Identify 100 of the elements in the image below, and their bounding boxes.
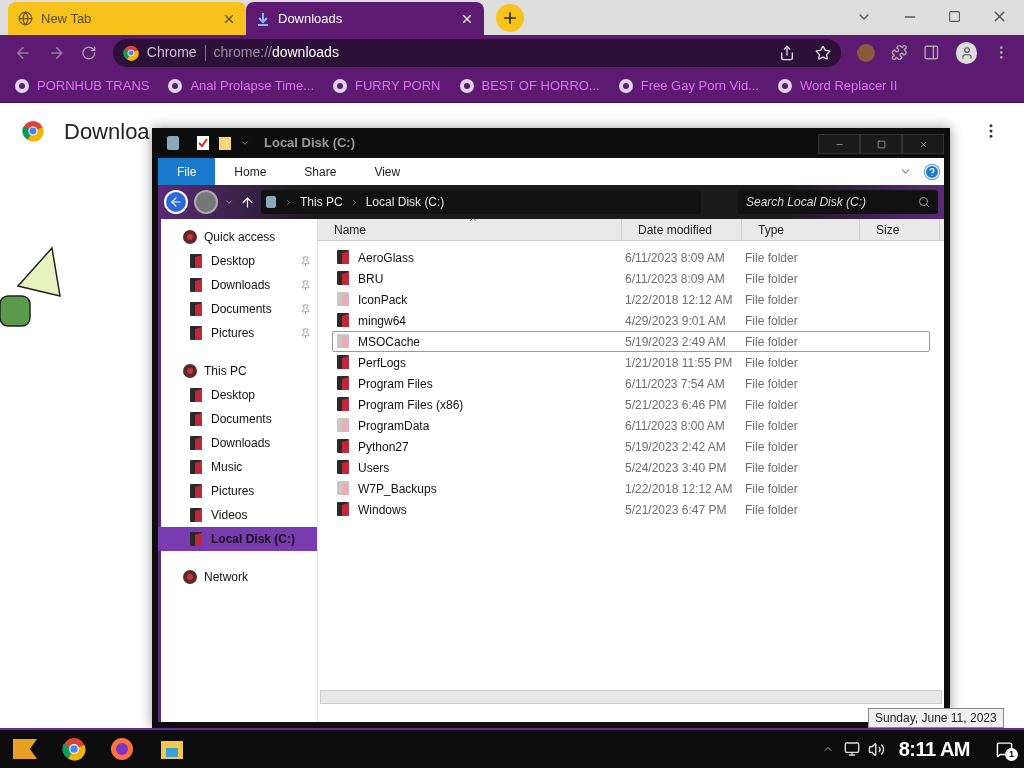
- file-row[interactable]: PerfLogs 1/21/2018 11:55 PM File folder: [332, 352, 930, 373]
- date-modified: 1/22/2018 12:12 AM: [625, 480, 734, 498]
- reload-icon[interactable]: [81, 44, 97, 61]
- bookmark-item[interactable]: Free Gay Porn Vid...: [617, 76, 759, 96]
- new-tab-button[interactable]: [496, 4, 524, 32]
- horizontal-scrollbar[interactable]: [320, 690, 942, 704]
- nav-item[interactable]: Quick access: [158, 225, 317, 249]
- recent-locations-icon[interactable]: [224, 197, 234, 207]
- caret-icon[interactable]: [240, 138, 250, 148]
- address-bar[interactable]: Chrome chrome://downloads: [112, 38, 842, 67]
- date-modified: 5/19/2023 2:42 AM: [625, 438, 727, 456]
- chrome-logo-icon: [62, 737, 86, 761]
- date-modified: 6/11/2023 8:00 AM: [625, 417, 726, 435]
- file-row[interactable]: IconPack 1/22/2018 12:12 AM File folder: [332, 289, 930, 310]
- star-icon[interactable]: [815, 44, 832, 61]
- file-name: BRU: [358, 270, 384, 288]
- bookmark-item[interactable]: FURRY PORN: [332, 76, 441, 96]
- search-field[interactable]: Search Local Disk (C:): [738, 190, 938, 214]
- nav-item[interactable]: Documents: [158, 407, 317, 431]
- tab-title: Downloads: [278, 9, 344, 28]
- ribbon-tab[interactable]: Home: [215, 158, 286, 185]
- file-row[interactable]: Windows 5/21/2023 6:47 PM File folder: [332, 499, 930, 520]
- ribbon-tab[interactable]: Share: [285, 158, 356, 185]
- back-button[interactable]: [164, 190, 188, 214]
- bookmark-favicon-icon: [458, 78, 475, 94]
- column-header[interactable]: Name: [318, 219, 622, 240]
- date-modified: 1/22/2018 12:12 AM: [625, 291, 734, 309]
- file-name: W7P_Backups: [358, 480, 437, 498]
- nav-item[interactable]: This PC: [158, 359, 317, 383]
- clock[interactable]: 8:11 AM: [898, 734, 970, 764]
- nav-item[interactable]: Network: [158, 565, 317, 589]
- browser-tab[interactable]: New Tab: [8, 2, 246, 35]
- file-row[interactable]: W7P_Backups 1/22/2018 12:12 AM File folder: [332, 478, 930, 499]
- maximize-icon: [876, 139, 886, 149]
- bookmark-item[interactable]: PORNHUB TRANS: [14, 76, 150, 96]
- drive-icon: [166, 135, 180, 151]
- url-text: chrome://downloads: [213, 43, 339, 62]
- column-header[interactable]: Date modified: [622, 219, 742, 240]
- bookmark-item[interactable]: Word Replacer II: [777, 76, 898, 96]
- bookmark-favicon-icon: [167, 78, 184, 94]
- account-button[interactable]: [955, 41, 978, 64]
- volume-icon[interactable]: [867, 740, 885, 758]
- nav-item[interactable]: Documents: [158, 297, 317, 321]
- side-panel-icon[interactable]: [923, 44, 940, 61]
- nav-item[interactable]: Desktop: [158, 383, 317, 407]
- help-icon[interactable]: [924, 163, 940, 180]
- nav-item[interactable]: Pictures: [158, 321, 317, 345]
- file-row[interactable]: mingw64 4/29/2023 9:01 AM File folder: [332, 310, 930, 331]
- pin-icon: [300, 255, 311, 267]
- file-type: File folder: [745, 270, 798, 288]
- file-type: File folder: [745, 438, 798, 456]
- bookmark-favicon-icon: [617, 78, 634, 94]
- date-modified: 5/19/2023 2:49 AM: [625, 333, 727, 351]
- file-row[interactable]: Python27 5/19/2023 2:42 AM File folder: [332, 436, 930, 457]
- pin-icon: [300, 279, 311, 291]
- breadcrumb-item[interactable]: Local Disk (C:): [365, 193, 445, 211]
- date-modified: 6/11/2023 7:54 AM: [625, 375, 726, 393]
- sort-indicator-icon: [468, 214, 478, 224]
- nav-item[interactable]: Downloads: [158, 431, 317, 455]
- ribbon-tab[interactable]: File: [158, 158, 216, 185]
- forward-button[interactable]: [194, 190, 218, 214]
- file-row[interactable]: BRU 6/11/2023 8:09 AM File folder: [332, 268, 930, 289]
- browser-tab[interactable]: Downloads: [246, 2, 484, 35]
- file-row[interactable]: AeroGlass 6/11/2023 8:09 AM File folder: [332, 247, 930, 268]
- notification-button[interactable]: 1: [992, 737, 1016, 761]
- extensions-icon[interactable]: [890, 44, 908, 61]
- person-icon: [959, 45, 974, 60]
- network-icon[interactable]: [843, 741, 860, 757]
- ribbon-tab[interactable]: View: [355, 158, 420, 185]
- maximize-button[interactable]: [860, 134, 902, 154]
- address-field[interactable]: This PC Local Disk (C:): [261, 190, 701, 214]
- date-tooltip: Sunday, June 11, 2023: [868, 708, 1004, 728]
- nav-item[interactable]: Pictures: [158, 479, 317, 503]
- file-explorer-taskbar-icon[interactable]: [160, 738, 184, 760]
- column-header[interactable]: Type: [742, 219, 860, 240]
- restore-icon[interactable]: [948, 10, 961, 23]
- bookmark-item[interactable]: Anal Prolapse Time...: [167, 76, 314, 96]
- share-icon[interactable]: [779, 44, 796, 61]
- up-icon[interactable]: [240, 194, 255, 210]
- date-modified: 6/11/2023 8:09 AM: [625, 249, 726, 267]
- pin-icon: [300, 327, 311, 339]
- column-header[interactable]: Size: [860, 219, 940, 240]
- firefox-taskbar-icon[interactable]: [110, 737, 134, 761]
- breadcrumb-item[interactable]: This PC: [300, 193, 343, 211]
- bookmark-favicon-icon: [332, 78, 348, 94]
- bookmark-item[interactable]: BEST OF HORRO...: [458, 76, 600, 96]
- file-row[interactable]: Users 5/24/2023 3:40 PM File folder: [332, 457, 930, 478]
- file-row[interactable]: MSOCache 5/19/2023 2:49 AM File folder: [332, 331, 930, 352]
- chrome-taskbar-icon[interactable]: [62, 737, 86, 761]
- file-row[interactable]: Program Files (x86) 5/21/2023 6:46 PM File folder: [332, 394, 930, 415]
- properties-icon[interactable]: [196, 135, 210, 151]
- file-row[interactable]: Program Files 6/11/2023 7:54 AM File folder: [332, 373, 930, 394]
- file-row[interactable]: ProgramData 6/11/2023 8:00 AM File folder: [332, 415, 930, 436]
- nav-item[interactable]: Music: [158, 455, 317, 479]
- date-modified: 5/21/2023 6:46 PM: [625, 396, 728, 414]
- nav-item[interactable]: Desktop: [158, 249, 317, 273]
- nav-item[interactable]: Downloads: [158, 273, 317, 297]
- site-label: Chrome: [146, 43, 197, 62]
- file-name: mingw64: [358, 312, 407, 330]
- nav-item[interactable]: Videos: [158, 503, 317, 527]
